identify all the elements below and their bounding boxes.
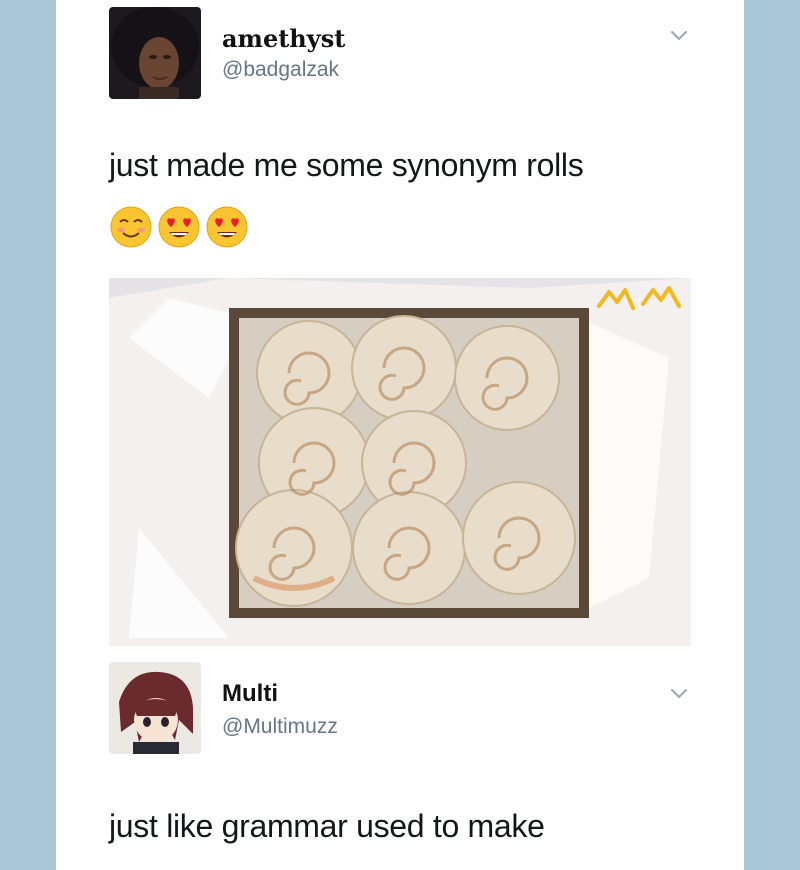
cinnamon-rolls-image <box>109 278 691 646</box>
avatar[interactable] <box>109 7 201 99</box>
handle[interactable]: @Multimuzz <box>222 715 338 739</box>
tweet-text: just like grammar used to make <box>109 808 545 844</box>
smiling-blush-icon <box>110 206 152 248</box>
tweet-card: amethyst @badgalzak just made me some sy… <box>56 0 744 870</box>
emoji-row <box>109 205 249 249</box>
avatar[interactable] <box>109 662 201 754</box>
heart-eyes-icon <box>206 206 248 248</box>
tweet-text: just made me some synonym rolls <box>109 147 584 183</box>
chevron-down-icon[interactable] <box>668 682 690 704</box>
tweet-photo[interactable] <box>109 278 691 646</box>
handle[interactable]: @badgalzak <box>222 58 339 82</box>
chevron-down-icon[interactable] <box>668 24 690 46</box>
display-name[interactable]: Multi <box>222 680 278 708</box>
display-name[interactable]: amethyst <box>222 24 345 53</box>
heart-eyes-icon <box>158 206 200 248</box>
